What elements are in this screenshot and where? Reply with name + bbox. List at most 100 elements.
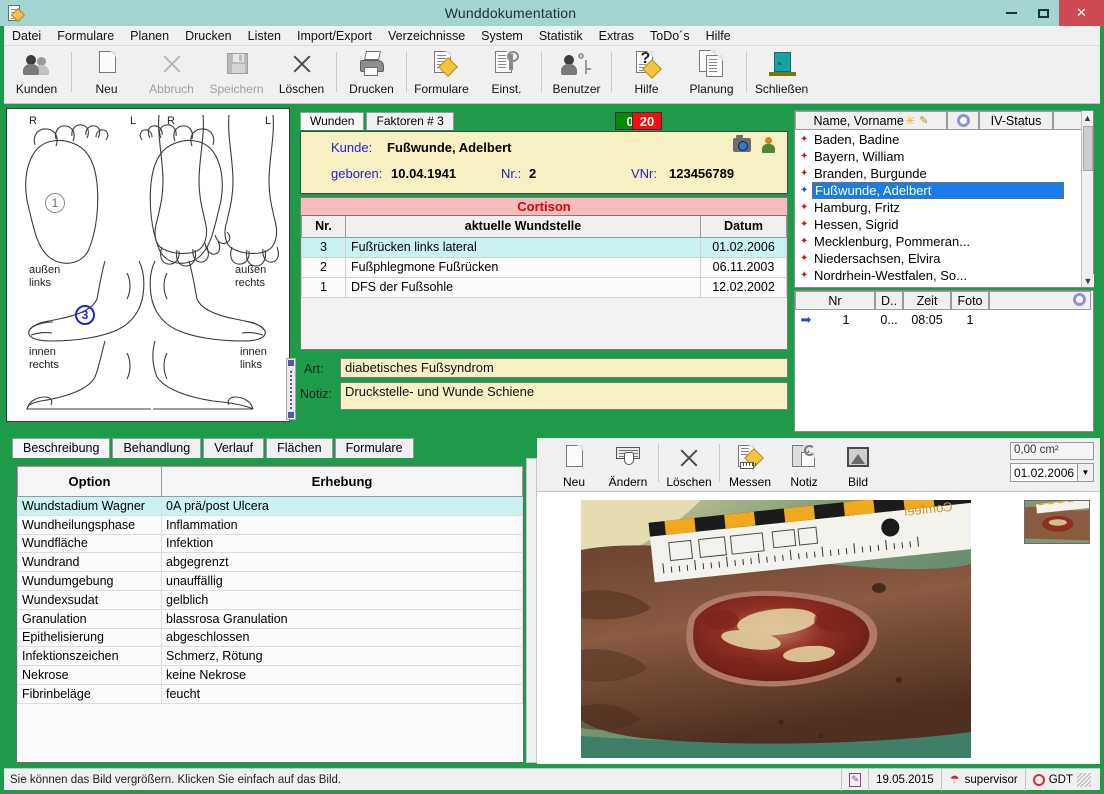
list-item[interactable]: ✦ Baden, Badine bbox=[796, 131, 1082, 148]
art-input[interactable]: diabetisches Fußsyndrom bbox=[340, 358, 788, 378]
table-row[interactable]: Wundheilungsphase Inflammation bbox=[17, 514, 523, 535]
close-button[interactable]: ✕ bbox=[1059, 0, 1104, 26]
col-header-zeit[interactable]: Zeit bbox=[903, 291, 951, 310]
patient-list[interactable]: ✦ Baden, Badine ✦ Bayern, William ✦ Bran… bbox=[796, 131, 1082, 286]
col-header-option[interactable]: Option bbox=[17, 466, 162, 497]
pencil-icon[interactable]: ✎ bbox=[919, 114, 928, 127]
status-pen-cell[interactable]: ✎ bbox=[841, 768, 868, 791]
menu-item-formulare[interactable]: Formulare bbox=[49, 26, 122, 46]
toolbar-button-neu[interactable]: Neu bbox=[74, 46, 139, 102]
toolbar-button-abbruch[interactable]: Abbruch bbox=[139, 46, 204, 102]
menu-item-import-export[interactable]: Import/Export bbox=[289, 26, 380, 46]
toolbar-button-hilfe[interactable]: ? Hilfe bbox=[614, 46, 679, 102]
area-size-field[interactable]: 0,00 cm² bbox=[1010, 442, 1094, 460]
wound-marker-3[interactable]: 3 bbox=[75, 305, 95, 325]
patient-list-scrollbar[interactable]: ▲ ▼ bbox=[1081, 111, 1094, 287]
table-row[interactable]: Wundstadium Wagner 0A prä/post Ulcera bbox=[17, 496, 523, 516]
tab-faktoren[interactable]: Faktoren # 3 bbox=[366, 112, 454, 130]
menu-item-extras[interactable]: Extras bbox=[591, 26, 642, 46]
list-item[interactable]: ✦ Mecklenburg, Pommeran... bbox=[796, 233, 1082, 250]
foot-panel-scrollbar[interactable] bbox=[286, 358, 296, 420]
image-viewer[interactable]: Comfeel bbox=[537, 492, 1100, 764]
table-row[interactable]: Wundfläche Infektion bbox=[17, 533, 523, 554]
list-item[interactable]: ✦ Branden, Burgunde bbox=[796, 165, 1082, 182]
col-header-name[interactable]: Name, Vorname ✳ ✎ bbox=[795, 111, 947, 130]
wound-site-table[interactable]: Nr. aktuelle Wundstelle Datum 3 Fußrücke… bbox=[300, 216, 788, 350]
image-button-loeschen[interactable]: Löschen bbox=[662, 440, 716, 490]
notiz-input[interactable]: Druckstelle- und Wunde Schiene bbox=[340, 382, 788, 410]
list-item[interactable]: ✦ Bayern, William bbox=[796, 148, 1082, 165]
col-header-wundstelle[interactable]: aktuelle Wundstelle bbox=[345, 216, 701, 238]
col-header-gear-cell[interactable] bbox=[989, 291, 1091, 310]
col-header-datum[interactable]: Datum bbox=[700, 216, 787, 238]
col-header-gear[interactable] bbox=[947, 111, 979, 130]
table-row[interactable]: Epithelisierung abgeschlossen bbox=[17, 627, 523, 648]
table-row[interactable]: ➡ 1 0... 08:05 1 bbox=[795, 311, 1093, 329]
menu-item-verzeichnisse[interactable]: Verzeichnisse bbox=[380, 26, 473, 46]
menu-item-listen[interactable]: Listen bbox=[240, 26, 289, 46]
col-header-erhebung[interactable]: Erhebung bbox=[161, 466, 523, 497]
scroll-down-icon[interactable]: ▼ bbox=[1082, 274, 1094, 287]
col-header-d[interactable]: D.. bbox=[875, 291, 903, 310]
menu-item-todos[interactable]: ToDo´s bbox=[642, 26, 698, 46]
scrollbar-thumb[interactable] bbox=[1083, 126, 1093, 171]
list-item[interactable]: ✦ Nordrhein-Westfalen, So... bbox=[796, 267, 1082, 284]
table-row[interactable]: Infektionszeichen Schmerz, Rötung bbox=[17, 646, 523, 667]
maximize-button[interactable] bbox=[1027, 0, 1059, 26]
tab-formulare[interactable]: Formulare bbox=[334, 438, 414, 458]
col-header-foto[interactable]: Foto bbox=[951, 291, 989, 310]
wound-thumbnail[interactable] bbox=[1024, 500, 1090, 544]
minimize-button[interactable] bbox=[995, 0, 1027, 26]
table-row[interactable]: Wundexsudat gelblich bbox=[17, 589, 523, 610]
tab-beschreibung[interactable]: Beschreibung bbox=[12, 438, 111, 458]
menu-item-hilfe[interactable]: Hilfe bbox=[698, 26, 739, 46]
image-button-neu[interactable]: Neu bbox=[547, 440, 601, 490]
list-item[interactable]: ✦ Hessen, Sigrid bbox=[796, 216, 1082, 233]
toolbar-button-schliessen[interactable]: Schließen bbox=[749, 46, 814, 102]
toolbar-button-kunden[interactable]: Kunden bbox=[4, 46, 69, 102]
table-row[interactable]: Fibrinbeläge feucht bbox=[17, 683, 523, 704]
toolbar-button-drucken[interactable]: Drucken bbox=[339, 46, 404, 102]
tab-verlauf[interactable]: Verlauf bbox=[203, 438, 265, 458]
list-item-selected[interactable]: ✦ Fußwunde, Adelbert bbox=[796, 182, 1082, 199]
menu-item-datei[interactable]: Datei bbox=[4, 26, 49, 46]
menu-item-system[interactable]: System bbox=[473, 26, 531, 46]
toolbar-button-loeschen[interactable]: Löschen bbox=[269, 46, 334, 102]
image-button-notiz[interactable]: Notiz bbox=[777, 440, 831, 490]
list-item[interactable]: ✦ Niedersachsen, Elvira bbox=[796, 250, 1082, 267]
image-button-aendern[interactable]: Ändern bbox=[601, 440, 655, 490]
menu-item-planen[interactable]: Planen bbox=[122, 26, 177, 46]
table-row[interactable]: 1 DFS der Fußsohle 12.02.2002 bbox=[301, 276, 787, 298]
table-row[interactable]: Nekrose keine Nekrose bbox=[17, 665, 523, 685]
chevron-down-icon[interactable]: ▼ bbox=[1077, 464, 1093, 481]
col-header-nr[interactable]: Nr bbox=[795, 291, 875, 310]
person-icon[interactable] bbox=[762, 137, 775, 153]
tab-flaechen[interactable]: Flächen bbox=[266, 438, 333, 458]
image-date-field[interactable]: 01.02.2006 ▼ bbox=[1010, 463, 1094, 482]
image-button-messen[interactable]: Messen bbox=[723, 440, 777, 490]
toolbar-button-einstellungen[interactable]: Einst. bbox=[474, 46, 539, 102]
image-button-bild[interactable]: Bild bbox=[831, 440, 885, 490]
foot-diagram-panel[interactable]: R L R L außen links außen rechts innen r… bbox=[6, 108, 290, 422]
list-item[interactable]: ✦ Hamburg, Fritz bbox=[796, 199, 1082, 216]
option-table[interactable]: Option Erhebung Wundstadium Wagner 0A pr… bbox=[16, 465, 524, 763]
table-row[interactable]: Granulation blassrosa Granulation bbox=[17, 608, 523, 629]
tab-wunden[interactable]: Wunden bbox=[300, 112, 365, 130]
col-header-iv-status[interactable]: IV-Status bbox=[979, 111, 1053, 130]
menu-item-drucken[interactable]: Drucken bbox=[177, 26, 240, 46]
toolbar-button-benutzer[interactable]: Benutzer bbox=[544, 46, 609, 102]
toolbar-button-speichern[interactable]: Speichern bbox=[204, 46, 269, 102]
table-row[interactable]: 2 Fußphlegmone Fußrücken 06.11.2003 bbox=[301, 256, 787, 278]
wound-marker-1[interactable]: 1 bbox=[45, 193, 65, 213]
toolbar-button-formulare[interactable]: Formulare bbox=[409, 46, 474, 102]
table-row[interactable]: Wundrand abgegrenzt bbox=[17, 552, 523, 573]
tab-behandlung[interactable]: Behandlung bbox=[112, 438, 202, 458]
detail-panel-scrollbar[interactable] bbox=[526, 458, 537, 763]
table-row[interactable]: 3 Fußrücken links lateral 01.02.2006 bbox=[301, 236, 787, 258]
col-header-nr[interactable]: Nr. bbox=[301, 216, 346, 238]
table-row[interactable]: Wundumgebung unauffällig bbox=[17, 571, 523, 591]
resize-grip-icon[interactable] bbox=[1077, 772, 1091, 787]
scroll-up-icon[interactable]: ▲ bbox=[1082, 111, 1093, 124]
wound-photo[interactable]: Comfeel bbox=[581, 500, 971, 758]
toolbar-button-planung[interactable]: Planung bbox=[679, 46, 744, 102]
